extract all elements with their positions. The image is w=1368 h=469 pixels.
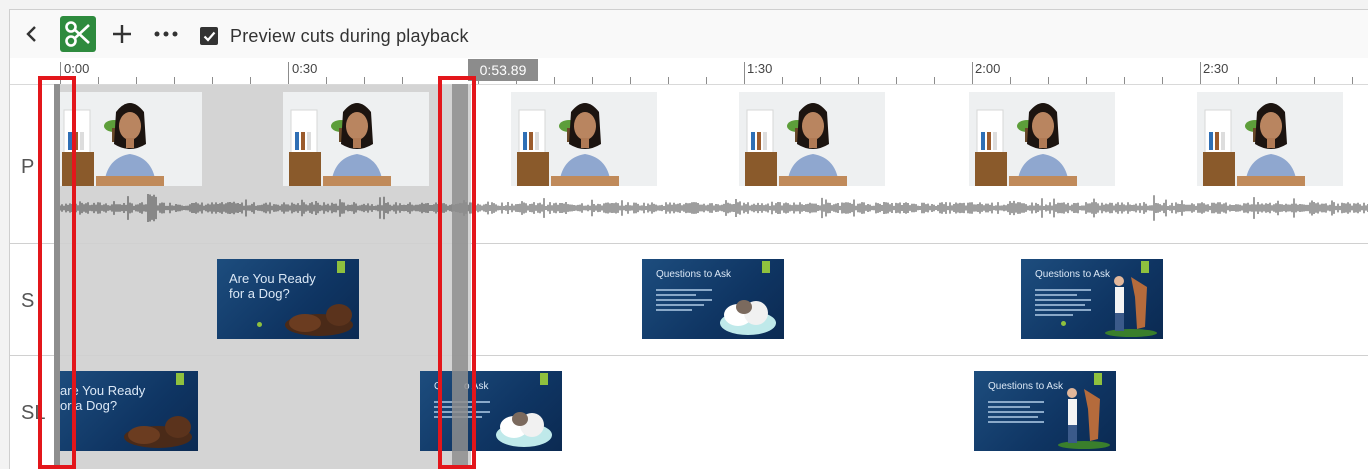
preview-cuts-checkbox[interactable] — [200, 27, 218, 45]
track-divider — [10, 355, 1368, 356]
ruler-tick — [1086, 77, 1087, 84]
toolbar: Preview cuts during playback — [10, 10, 1368, 59]
ruler-tick — [896, 77, 897, 84]
slide-accent — [540, 373, 548, 385]
playhead-time-badge[interactable]: 0:53.89 — [468, 59, 538, 81]
presenter-video-thumbnail[interactable] — [739, 92, 885, 186]
ruler-tick — [1048, 77, 1049, 84]
ruler-tick — [934, 77, 935, 84]
presenter-video-thumbnail[interactable] — [969, 92, 1115, 186]
presenter-video-thumbnail[interactable] — [1197, 92, 1343, 186]
scissors-icon — [65, 21, 90, 47]
back-button[interactable] — [18, 18, 46, 50]
preview-cuts-label: Preview cuts during playback — [230, 25, 469, 46]
ruler-tick — [1352, 77, 1353, 84]
ruler-tick — [972, 62, 973, 84]
ruler-tick — [592, 77, 593, 84]
add-button[interactable] — [108, 18, 136, 50]
ruler-tick — [782, 77, 783, 84]
slide-body-lines — [988, 401, 1044, 426]
track-divider — [10, 243, 1368, 244]
presenter-video-thumbnail[interactable] — [56, 92, 202, 186]
chevron-left-icon — [26, 26, 36, 42]
woman-dog-image — [1105, 276, 1157, 337]
slide-title: Questions to Ask — [1035, 269, 1111, 280]
ruler-tick — [1162, 77, 1163, 84]
ruler-tick — [1124, 77, 1125, 84]
ruler-tick — [1200, 62, 1201, 84]
slide-title: Questions to Ask — [656, 269, 732, 280]
ruler-tick — [744, 62, 745, 84]
puppy-image — [124, 416, 192, 448]
slide-clip[interactable]: are You Ready or a Dog? — [56, 371, 198, 451]
slide-clip[interactable]: Questions to Ask — [642, 259, 784, 339]
ruler-tick — [288, 62, 289, 84]
slide-clip[interactable]: Are You Ready for a Dog? — [217, 259, 359, 339]
puppy-bath-image — [720, 300, 776, 335]
ruler-label-2-30: 2:30 — [1203, 61, 1229, 76]
track-label-screen: S — [21, 290, 35, 312]
ruler-tick — [364, 77, 365, 84]
ruler-tick — [1010, 77, 1011, 84]
preview-cuts-toggle[interactable]: Preview cuts during playback — [200, 25, 469, 47]
slide-clip[interactable]: Questions to Ask — [1021, 259, 1163, 339]
ruler-tick — [668, 77, 669, 84]
checkmark-icon — [203, 31, 215, 42]
ruler-tick — [326, 77, 327, 84]
ruler-tick — [212, 77, 213, 84]
slide-bullet — [1061, 321, 1066, 326]
ruler-tick — [250, 77, 251, 84]
ruler-tick — [858, 77, 859, 84]
puppy-image — [285, 304, 353, 336]
slide-accent — [762, 261, 770, 273]
slide-accent — [337, 261, 345, 273]
waveform-path — [58, 194, 1368, 222]
ruler-tick — [402, 77, 403, 84]
more-icon — [154, 31, 178, 37]
ruler-tick — [630, 77, 631, 84]
ruler-label-0-30: 0:30 — [292, 61, 318, 76]
split-button[interactable] — [60, 16, 96, 52]
ruler-label-1-30: 1:30 — [747, 61, 773, 76]
highlight-box-end — [438, 76, 476, 469]
ruler-label-2-00: 2:00 — [975, 61, 1001, 76]
ruler-tick — [98, 77, 99, 84]
slide-body-lines — [1035, 289, 1091, 319]
track-label-presenter: P — [21, 156, 35, 178]
audio-waveform — [58, 194, 1368, 222]
ruler-tick — [174, 77, 175, 84]
presenter-video-thumbnail[interactable] — [283, 92, 429, 186]
highlight-box-start — [38, 76, 76, 469]
ruler-tick — [136, 77, 137, 84]
ruler-tick — [1276, 77, 1277, 84]
slide-title: Questions to Ask — [988, 381, 1064, 392]
more-button[interactable] — [152, 18, 180, 50]
slide-bullet — [257, 322, 262, 327]
ruler-tick — [554, 77, 555, 84]
puppy-bath-image — [496, 412, 552, 447]
timeline-editor: Preview cuts during playback 0:00 0:30 0… — [9, 9, 1368, 469]
woman-dog-image — [1058, 388, 1110, 449]
time-ruler[interactable]: 0:00 0:30 0 1:30 2:00 2:30 0:53.89 — [10, 58, 1368, 85]
ruler-tick — [1238, 77, 1239, 84]
ruler-tick — [820, 77, 821, 84]
ruler-label-0-00: 0:00 — [64, 61, 90, 76]
slide-body-lines — [656, 289, 712, 314]
slide-accent — [176, 373, 184, 385]
plus-icon — [113, 25, 131, 43]
presenter-video-thumbnail[interactable] — [511, 92, 657, 186]
slide-clip[interactable]: Questions to Ask — [974, 371, 1116, 451]
ruler-tick — [706, 77, 707, 84]
ruler-tick — [1314, 77, 1315, 84]
